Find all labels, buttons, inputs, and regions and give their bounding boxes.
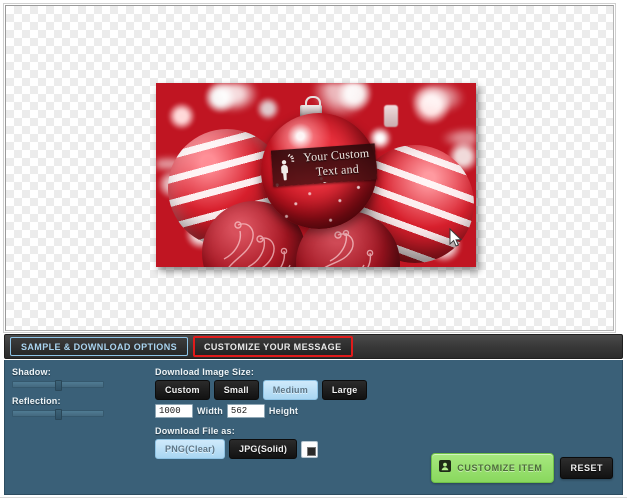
customize-item-button[interactable]: CUSTOMIZE ITEM: [431, 453, 555, 483]
person-burst-logo-icon: [275, 153, 301, 183]
reset-button[interactable]: RESET: [560, 457, 613, 479]
file-option-png[interactable]: PNG(Clear): [155, 439, 226, 459]
reflection-label: Reflection:: [12, 396, 61, 406]
download-options-column: Download Image Size: Custom Small Medium…: [155, 367, 485, 464]
reflection-slider-handle[interactable]: [55, 409, 62, 420]
download-size-group: Download Image Size: Custom Small Medium…: [155, 367, 485, 418]
shadow-label: Shadow:: [12, 367, 51, 377]
custom-text-overlay[interactable]: Your Custom Text and Image: [270, 143, 378, 187]
preview-image[interactable]: Your Custom Text and Image: [156, 83, 476, 267]
tab-bar: SAMPLE & DOWNLOAD OPTIONS CUSTOMIZE YOUR…: [4, 334, 623, 359]
download-size-buttons: Custom Small Medium Large: [155, 380, 485, 400]
download-file-label: Download File as:: [155, 426, 235, 436]
preview-canvas[interactable]: Your Custom Text and Image: [5, 5, 614, 331]
height-input[interactable]: [226, 404, 265, 418]
file-option-jpg[interactable]: JPG(Solid): [229, 439, 298, 459]
shadow-slider[interactable]: [12, 380, 104, 391]
dimension-row: Width Height: [155, 404, 485, 418]
reset-label: RESET: [570, 463, 603, 473]
swatch-color: [307, 446, 317, 456]
panel-actions: CUSTOMIZE ITEM RESET: [431, 453, 613, 483]
width-label: Width: [197, 406, 223, 416]
reflection-slider[interactable]: [12, 409, 104, 420]
ornament-cap-secondary: [384, 105, 398, 127]
image-badge-icon: [439, 459, 452, 477]
preview-image-shadow: Your Custom Text and Image: [156, 83, 476, 267]
tab-sample-download-options[interactable]: SAMPLE & DOWNLOAD OPTIONS: [10, 337, 188, 356]
size-option-large[interactable]: Large: [321, 380, 368, 400]
reflection-slider-row: Reflection:: [12, 396, 142, 420]
tab-label: CUSTOMIZE YOUR MESSAGE: [204, 341, 342, 352]
footer-divider: [0, 497, 627, 498]
size-option-medium[interactable]: Medium: [262, 380, 318, 400]
customize-item-label: CUSTOMIZE ITEM: [457, 463, 543, 473]
app-root: Your Custom Text and Image SAMPLE & DOWN…: [0, 0, 627, 501]
options-panel: Shadow: Reflection: Download Image Size:: [4, 360, 623, 493]
effects-column: Shadow: Reflection:: [12, 367, 142, 425]
shadow-slider-row: Shadow:: [12, 367, 142, 391]
panel-bottom-edge: [4, 489, 623, 495]
width-input[interactable]: [155, 404, 193, 418]
tab-customize-your-message[interactable]: CUSTOMIZE YOUR MESSAGE: [193, 336, 353, 357]
color-picker-swatch-icon[interactable]: [301, 440, 319, 458]
download-size-label: Download Image Size:: [155, 367, 255, 377]
height-label: Height: [268, 406, 299, 416]
size-option-custom[interactable]: Custom: [155, 380, 210, 400]
size-option-small[interactable]: Small: [213, 380, 259, 400]
tab-label: SAMPLE & DOWNLOAD OPTIONS: [21, 341, 177, 352]
shadow-slider-handle[interactable]: [55, 380, 62, 391]
